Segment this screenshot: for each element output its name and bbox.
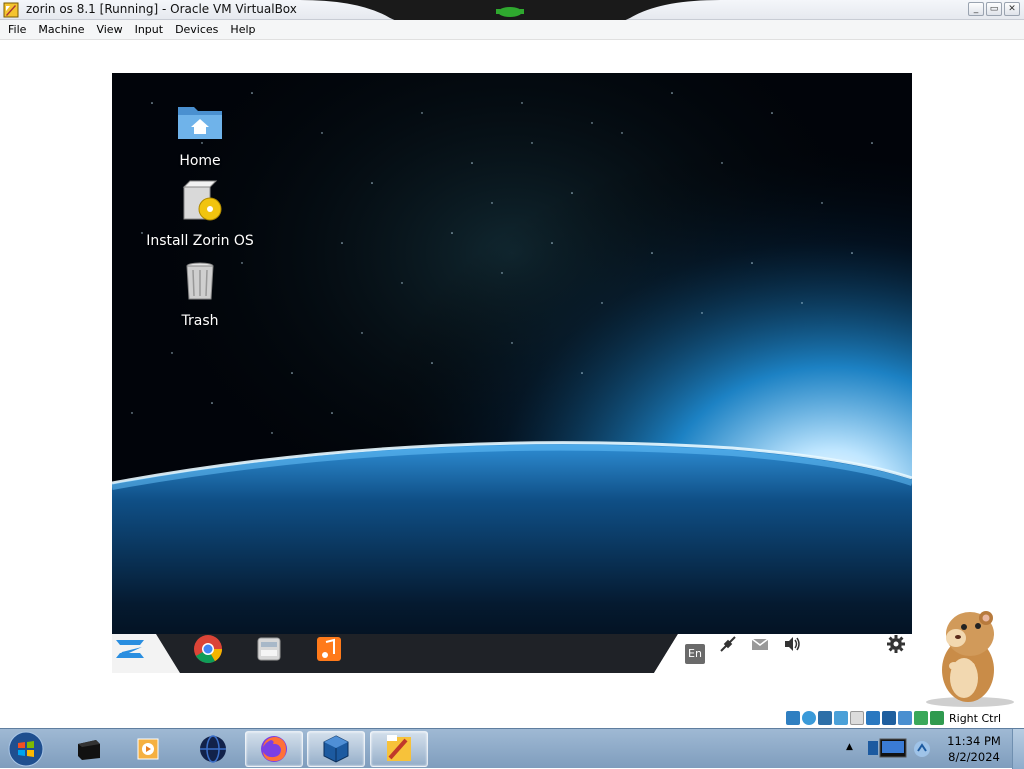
window-title-bar[interactable]: zorin os 8.1 [Running] - Oracle VM Virtu… [0,0,1024,28]
host-tray-icons [868,738,930,758]
media-player-icon [137,738,159,760]
host-taskbar: ▲ 11:34 PM 8/2/2024 [0,728,1024,769]
file-manager-icon[interactable] [254,634,284,664]
settings-gear-icon[interactable] [886,634,906,654]
guest-clock[interactable]: 11:34 PM [812,645,877,661]
cpu-icon[interactable] [898,711,912,725]
virtualbox-icon [3,2,19,18]
show-hidden-icons-icon[interactable]: ▲ [846,742,853,752]
volume-icon[interactable] [782,634,802,654]
taskbar-item[interactable] [184,731,242,767]
chrome-icon[interactable] [193,634,223,664]
restore-icon[interactable]: ▭ [986,2,1002,16]
black-box-app-icon [78,740,100,760]
network-status-icon[interactable] [914,741,930,757]
menu-file[interactable]: File [3,23,31,36]
hard-disk-icon[interactable] [786,711,800,725]
mouse-integration-icon[interactable] [914,711,928,725]
desktop-icon-install[interactable]: Install Zorin OS [140,177,260,249]
virtualbox-icon [323,735,349,763]
host-key-label: Right Ctrl [949,711,1002,725]
desktop-icon-home[interactable]: Home [140,97,260,169]
home-folder-icon [178,107,222,139]
music-player-icon[interactable] [314,634,344,664]
keyboard-layout-indicator[interactable]: En [685,644,705,664]
host-clock-time: 11:34 PM [947,734,1001,748]
menu-devices[interactable]: Devices [170,23,223,36]
show-desktop-button[interactable] [1012,729,1024,769]
menu-input[interactable]: Input [130,23,168,36]
taskbar-item[interactable] [60,731,118,767]
sketch-app-icon [387,735,411,761]
shared-folders-icon[interactable] [850,711,864,725]
installer-icon [182,180,222,221]
network-adapter-icon[interactable] [818,711,832,725]
desktop-icon-label: Install Zorin OS [146,233,254,249]
menu-view[interactable]: View [91,23,127,36]
taskbar-item[interactable] [307,731,365,767]
firefox-icon [261,736,287,762]
monitor-icon[interactable] [868,738,907,758]
video-capture-icon[interactable] [882,711,896,725]
taskbar-item[interactable] [245,731,303,767]
guest-panel: En 11:34 PM [112,634,912,673]
vm-display[interactable]: Home Install Zorin OS Trash En 11:34 PM [112,73,912,673]
host-clock-date: 8/2/2024 [948,750,1000,764]
taskbar-item[interactable] [370,731,428,767]
vbox-status-bar: Right Ctrl [786,709,1001,727]
taskbar-item[interactable] [120,731,178,767]
menu-machine[interactable]: Machine [33,23,89,36]
close-icon[interactable]: ✕ [1004,2,1020,16]
trash-icon [186,262,214,300]
globe-app-icon [200,735,226,763]
hamster-mascot-icon [926,611,1014,707]
desktop-icon-label: Trash [181,313,219,329]
menu-bar: File Machine View Input Devices Help [0,20,1024,40]
zorin-menu-icon[interactable] [112,634,148,664]
menu-help[interactable]: Help [225,23,260,36]
network-icon[interactable] [718,634,738,654]
minimize-icon[interactable]: _ [968,2,984,16]
usb-icon[interactable] [834,711,848,725]
desktop-icon-trash[interactable]: Trash [140,257,260,329]
optical-drive-icon[interactable] [802,711,816,725]
display-icon[interactable] [866,711,880,725]
windows-start-orb-icon[interactable] [6,730,46,768]
host-key-icon[interactable] [930,711,944,725]
desktop-icon-label: Home [179,153,221,169]
window-title: zorin os 8.1 [Running] - Oracle VM Virtu… [26,2,297,16]
mail-icon[interactable] [750,634,770,654]
host-clock[interactable]: 11:34 PM 8/2/2024 [940,733,1008,765]
